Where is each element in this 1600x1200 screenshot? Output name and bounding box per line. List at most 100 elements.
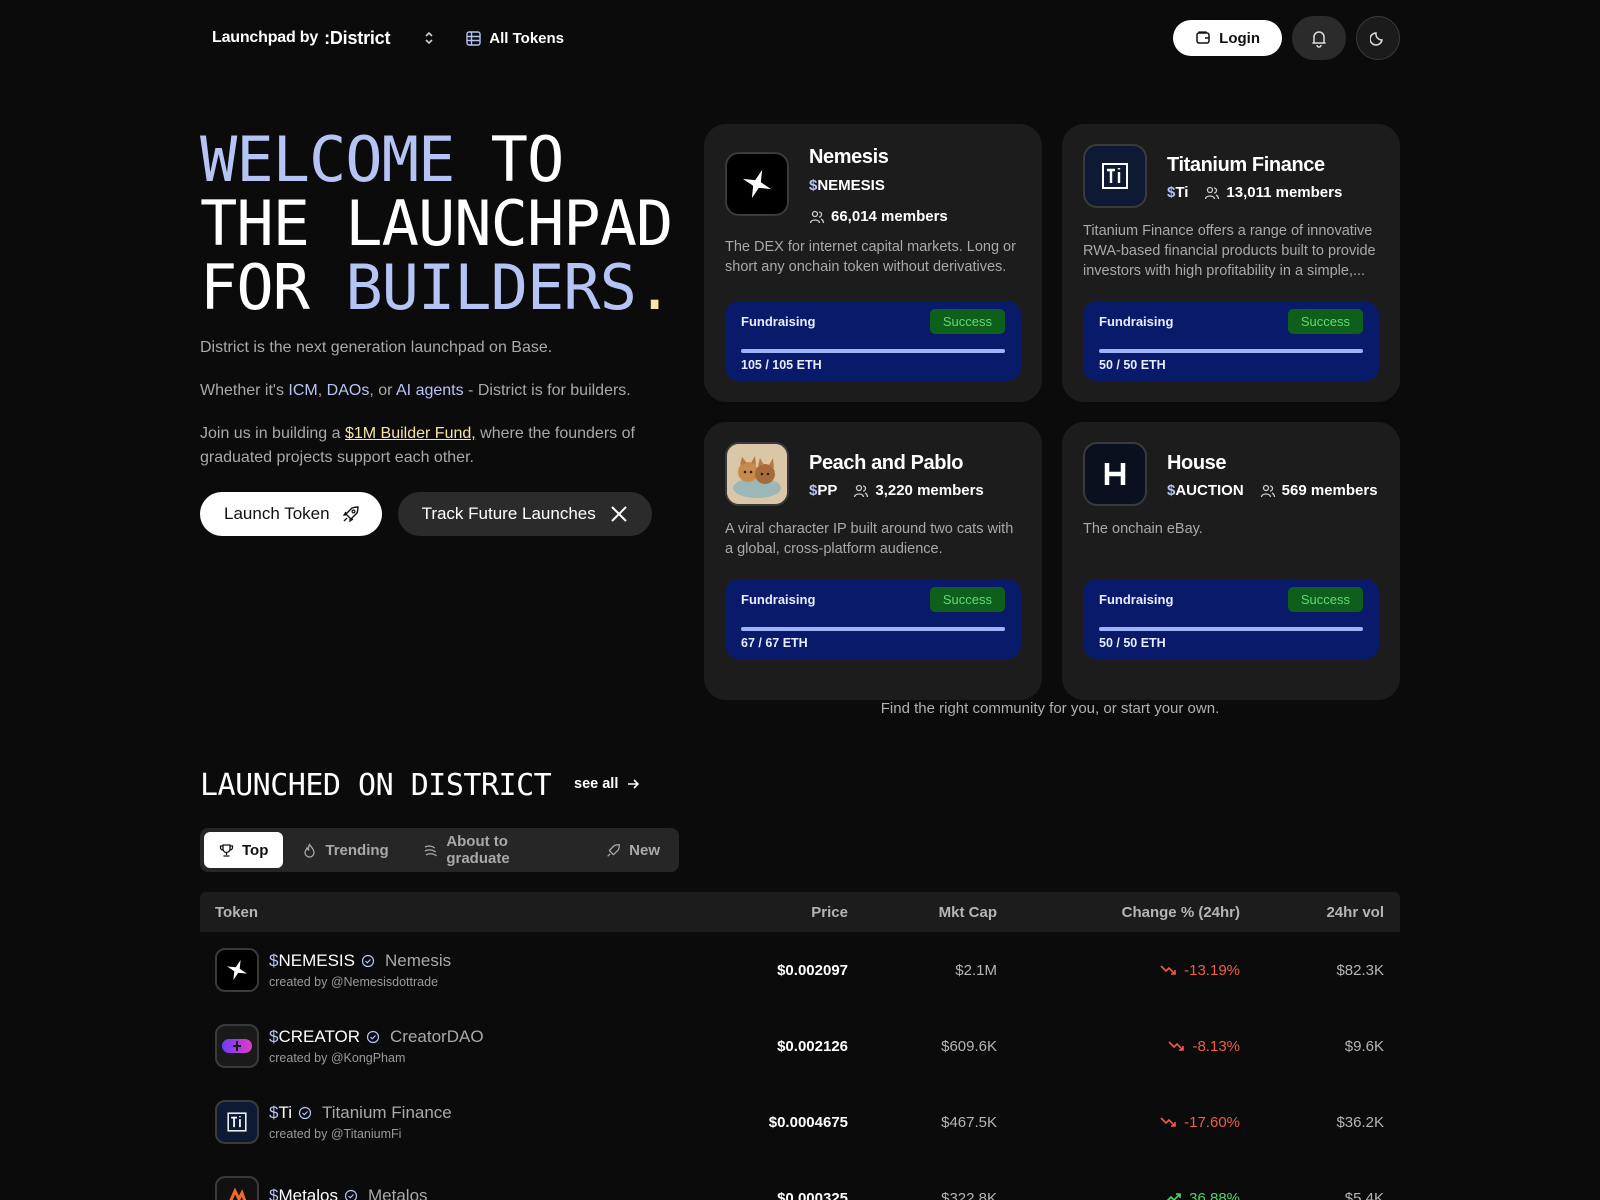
table-row[interactable]: $Ti Titanium Finance created by @Titaniu… — [200, 1084, 1400, 1160]
hero-description: District is the next generation launchpa… — [200, 336, 650, 489]
launch-token-label: Launch Token — [224, 504, 330, 523]
brand[interactable]: Launchpad by : District — [212, 28, 390, 49]
card-ticker-text: Ti — [1175, 184, 1189, 201]
token-change: -8.13% — [997, 1038, 1240, 1055]
token-change: -17.60% — [997, 1114, 1240, 1131]
token-mkt-cap: $322.8K — [941, 1189, 997, 1200]
project-card-peach-and-pablo[interactable]: Peach and Pablo $PP 3,220 members A vira… — [704, 422, 1042, 700]
track-future-launches-button[interactable]: Track Future Launches — [397, 492, 652, 536]
login-label: Login — [1219, 29, 1260, 47]
token-price: $0.000325 — [777, 1189, 848, 1200]
progress-fill — [1099, 627, 1363, 631]
token-mkt-cap: $467.5K — [941, 1113, 997, 1131]
fundraising-progress-bar — [1099, 349, 1363, 353]
token-name: Titanium Finance — [322, 1103, 452, 1122]
brand-prefix: Launchpad by — [212, 29, 319, 46]
col-mkt-cap[interactable]: Mkt Cap — [848, 904, 997, 921]
token-price: $0.002097 — [777, 961, 848, 979]
table-row[interactable]: $Metalos Metalos $0.000325 $322.8K 36.88… — [200, 1160, 1400, 1200]
token-volume: $5.4K — [1344, 1189, 1384, 1200]
tab-top-label: Top — [242, 841, 269, 859]
card-members-text: 569 members — [1281, 482, 1378, 499]
rocket-icon — [342, 506, 359, 523]
status-badge: Success — [929, 309, 1005, 334]
hero-p2-text: - District is for builders. — [463, 382, 631, 399]
status-badge: Success — [1287, 587, 1363, 612]
col-token[interactable]: Token — [200, 904, 660, 921]
hero-p2-sep: , — [317, 382, 327, 399]
col-volume[interactable]: 24hr vol — [1240, 904, 1384, 921]
tab-about-to-graduate[interactable]: About to graduate — [408, 832, 587, 868]
project-card-house[interactable]: House $AUCTION 569 members The onchain e… — [1062, 422, 1400, 700]
all-tokens-label: All Tokens — [489, 29, 565, 47]
hero-p3: Join us in building a $1M Builder Fund, … — [200, 422, 650, 470]
top-nav: Launchpad by : District All Tokens Login — [200, 16, 1400, 60]
col-price[interactable]: Price — [660, 904, 848, 921]
token-ticker: $Metalos — [269, 1186, 338, 1200]
daos-link[interactable]: DAOs — [327, 382, 370, 399]
fundraising-panel: Fundraising Success 105 / 105 ETH — [725, 301, 1021, 381]
tab-new[interactable]: New — [591, 832, 675, 868]
users-icon — [809, 210, 825, 223]
trend-up-icon — [1166, 1193, 1181, 1200]
launch-token-button[interactable]: Launch Token — [200, 492, 382, 536]
fundraising-label: Fundraising — [741, 314, 816, 329]
hero-title-dot: . — [635, 251, 673, 324]
community-caption: Find the right community for you, or sta… — [880, 700, 1220, 717]
fundraising-label: Fundraising — [1099, 592, 1174, 607]
trophy-icon — [219, 843, 234, 857]
project-card-titanium-finance[interactable]: Titanium Finance $Ti 13,011 members Tita… — [1062, 124, 1400, 402]
hero-title-for: FOR — [200, 251, 346, 324]
trend-down-icon — [1160, 1117, 1176, 1127]
token-volume: $36.2K — [1336, 1113, 1384, 1131]
token-change-text: -8.13% — [1192, 1037, 1240, 1055]
token-ticker-text: Ti — [278, 1103, 292, 1122]
wallet-icon — [1196, 31, 1210, 44]
token-cell: $Metalos Metalos — [200, 1176, 660, 1200]
card-members-text: 13,011 members — [1226, 184, 1343, 201]
tab-trending[interactable]: Trending — [287, 832, 403, 868]
card-meta: $PP 3,220 members — [809, 482, 984, 499]
fundraising-amount: 105 / 105 ETH — [741, 358, 822, 372]
card-members-text: 66,014 members — [831, 208, 948, 225]
tokens-table: Token Price Mkt Cap Change % (24hr) 24hr… — [200, 892, 1400, 1200]
tab-top[interactable]: Top — [204, 832, 284, 868]
col-change[interactable]: Change % (24hr) — [997, 904, 1240, 921]
see-all-link[interactable]: see all — [574, 776, 640, 792]
theme-toggle-button[interactable] — [1356, 16, 1400, 60]
token-creator: created by @KongPham — [269, 1051, 406, 1065]
card-name: Titanium Finance — [1167, 154, 1325, 176]
see-all-label: see all — [574, 776, 619, 792]
table-row[interactable]: $NEMESIS Nemesis created by @Nemesisdott… — [200, 932, 1400, 1008]
verified-check-icon — [366, 1030, 380, 1044]
table-header: Token Price Mkt Cap Change % (24hr) 24hr… — [200, 892, 1400, 932]
progress-fill — [741, 349, 1005, 353]
token-creator: created by @TitaniumFi — [269, 1127, 402, 1141]
ai-agents-link[interactable]: AI agents — [396, 382, 464, 399]
verified-check-icon — [298, 1106, 312, 1120]
house-logo-icon — [1083, 442, 1147, 506]
all-tokens-link[interactable]: All Tokens — [466, 30, 564, 47]
notifications-button[interactable] — [1292, 16, 1346, 60]
token-ticker-text: CREATOR — [278, 1027, 361, 1046]
card-ticker-text: NEMESIS — [817, 177, 885, 194]
icm-link[interactable]: ICM — [288, 382, 317, 399]
token-mkt-cap: $2.1M — [955, 961, 997, 979]
fundraising-panel: Fundraising Success 50 / 50 ETH — [1083, 579, 1379, 659]
hero-title-builders: BUILDERS — [345, 251, 637, 324]
token-change-text: -13.19% — [1184, 961, 1240, 979]
flame-icon — [304, 842, 316, 858]
builder-fund-link[interactable]: $1M Builder Fund, — [345, 425, 476, 442]
switcher-chevron-icon[interactable] — [424, 31, 434, 45]
card-ticker: $Ti — [1167, 184, 1189, 201]
token-name: Metalos — [368, 1186, 428, 1200]
hero-title-to: TO — [454, 123, 565, 196]
token-name: Nemesis — [385, 951, 452, 970]
token-ticker-text: NEMESIS — [278, 951, 355, 970]
token-change: -13.19% — [997, 962, 1240, 979]
arrow-right-icon — [628, 779, 640, 789]
trend-down-icon — [1160, 965, 1176, 975]
project-card-nemesis[interactable]: Nemesis $NEMESIS 66,014 members The DEX … — [704, 124, 1042, 402]
table-row[interactable]: $CREATOR CreatorDAO created by @KongPham… — [200, 1008, 1400, 1084]
login-button[interactable]: Login — [1173, 20, 1282, 56]
